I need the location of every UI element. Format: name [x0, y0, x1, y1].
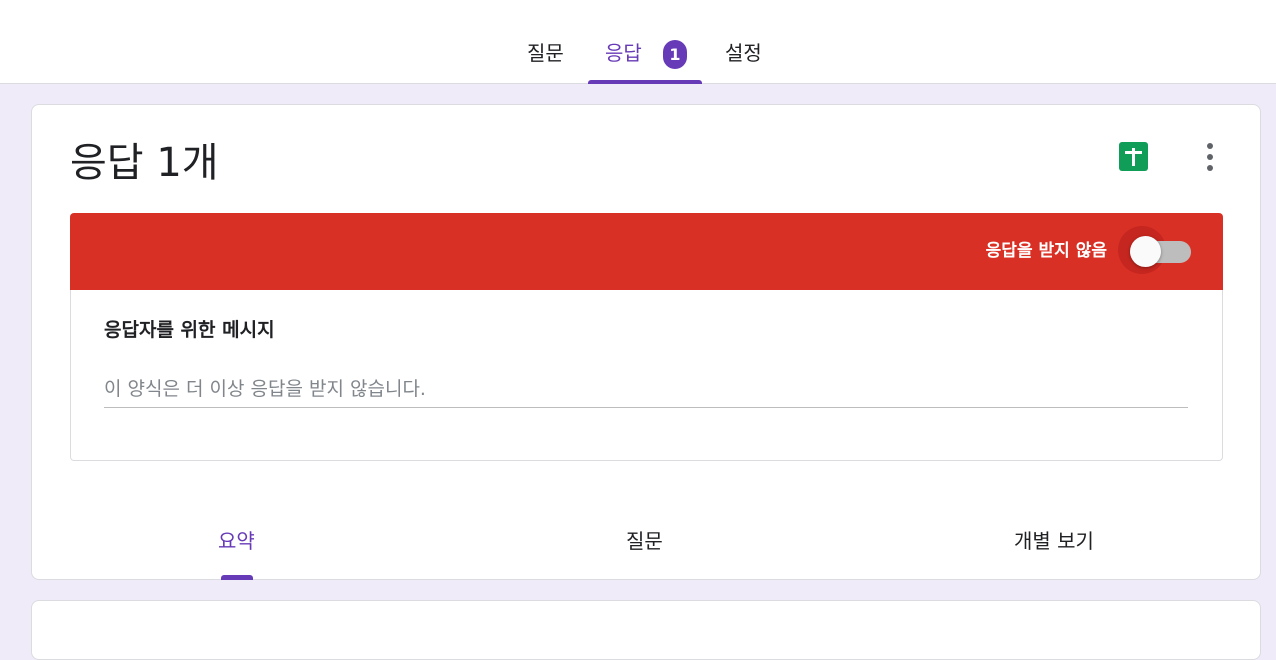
respondent-message-box: 응답자를 위한 메시지 [70, 290, 1223, 461]
tab-responses-label: 응답 [605, 41, 642, 65]
top-tab-bar: 질문 응답 1 설정 [0, 0, 1276, 84]
tab-settings-label: 설정 [725, 41, 762, 65]
active-tab-indicator [588, 80, 702, 84]
not-accepting-banner: 응답을 받지 않음 [70, 213, 1223, 290]
subtab-question[interactable]: 질문 [626, 525, 663, 557]
tab-questions-label: 질문 [527, 41, 564, 65]
summary-card [31, 600, 1261, 660]
responses-card: 응답 1개 응답을 받지 않음 응답자를 위한 메시지 요약 질문 개별 보기 [31, 104, 1261, 580]
respondent-message-input[interactable] [104, 370, 1188, 408]
more-vert-icon[interactable] [1202, 143, 1218, 171]
toggle-knob [1130, 236, 1161, 267]
respondent-message-label: 응답자를 위한 메시지 [104, 319, 275, 341]
responses-count-badge: 1 [663, 40, 687, 69]
google-sheets-icon[interactable] [1119, 142, 1148, 171]
subtab-active-indicator [221, 575, 253, 580]
subtab-individual[interactable]: 개별 보기 [1014, 525, 1094, 557]
tab-questions[interactable]: 질문 [527, 36, 564, 84]
responses-title: 응답 1개 [70, 140, 219, 186]
subtab-summary[interactable]: 요약 [218, 525, 255, 557]
accepting-responses-label: 응답을 받지 않음 [985, 241, 1107, 261]
tab-responses[interactable]: 응답 1 [588, 36, 702, 84]
accepting-responses-toggle[interactable] [1113, 223, 1193, 283]
tab-settings[interactable]: 설정 [725, 36, 762, 84]
